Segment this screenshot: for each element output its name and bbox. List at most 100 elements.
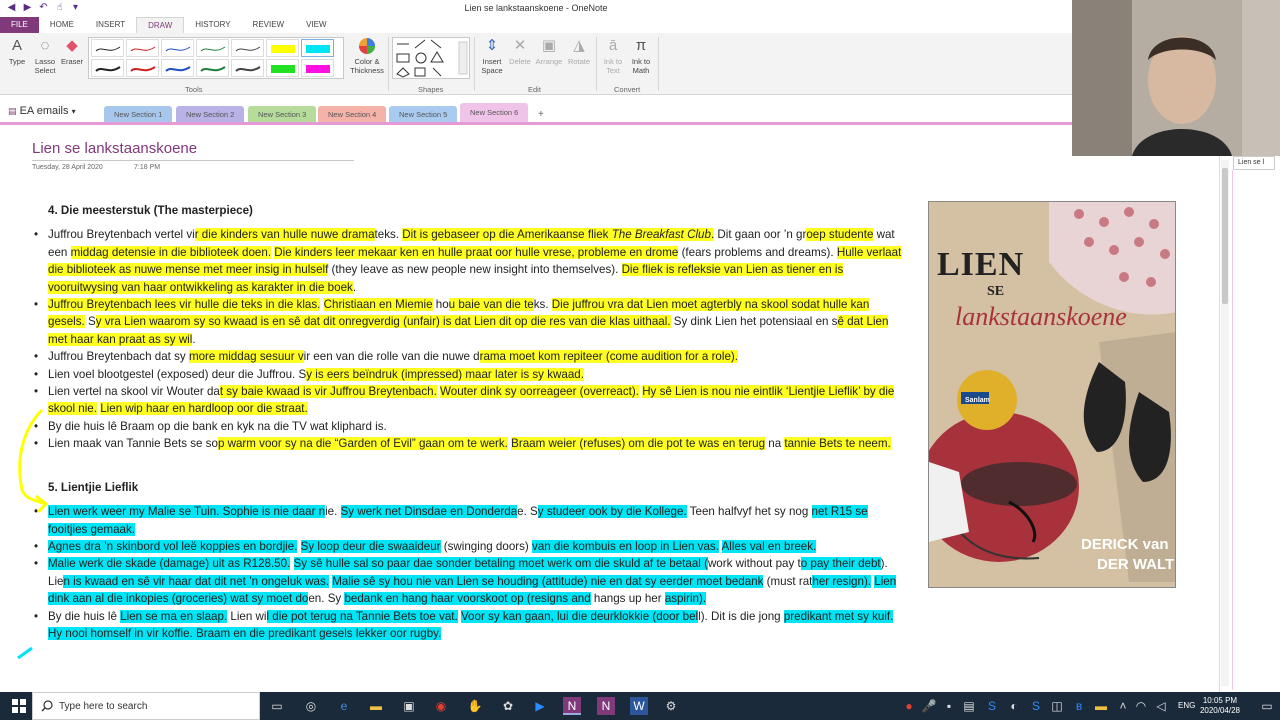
title-bar: ◀ ▶ ↶ ☝ ▾ Lien se lankstaanskoene - OneN… (0, 0, 1072, 17)
task-view-icon[interactable]: ▭ (268, 697, 286, 715)
scrollbar-thumb[interactable] (1222, 168, 1228, 304)
tab-file[interactable]: FILE (0, 17, 39, 33)
tray-headset-icon[interactable]: ◐ (1005, 697, 1023, 715)
language-indicator[interactable]: ENG (1178, 701, 1195, 710)
cover-title-line3: lankstaanskoene (955, 302, 1127, 331)
type-cursor-icon: A (11, 37, 22, 54)
onenote-2-icon[interactable]: N (597, 697, 615, 715)
webcam-overlay (1072, 0, 1280, 156)
notifications-icon[interactable]: ▭ (1258, 697, 1276, 715)
settings-icon[interactable]: ⚙ (662, 697, 680, 715)
tab-home[interactable]: HOME (39, 17, 85, 33)
tray-skype2-icon[interactable]: S (1027, 697, 1045, 715)
volume-icon[interactable]: ◁ (1152, 697, 1170, 715)
list-item: By die huis lê Lien se ma en slaap. Lien… (34, 608, 908, 643)
highlighter-yellow[interactable] (266, 39, 299, 57)
shapes-gallery[interactable] (392, 37, 470, 79)
rotate-button[interactable]: ◮ Rotate (566, 37, 592, 66)
convert-group-label: Convert (614, 85, 641, 94)
type-button[interactable]: A Type (6, 37, 28, 66)
rotate-icon: ◮ (573, 37, 585, 54)
page-time: 7:18 PM (134, 164, 161, 171)
ink-to-math-button[interactable]: π Ink to Math (628, 37, 654, 75)
pen-red-thick[interactable] (126, 59, 159, 77)
notebook-selector[interactable]: ▤ EA emails ▾ (8, 105, 76, 117)
pen-green-thin[interactable] (196, 39, 229, 57)
list-item: Juffrou Breytenbach lees vir hulle die t… (34, 296, 908, 348)
pen-blue-thin[interactable] (161, 39, 194, 57)
arrange-button[interactable]: ▣ Arrange (534, 37, 564, 66)
ribbon-tabs: FILE HOME INSERT DRAW HISTORY REVIEW VIE… (0, 17, 1072, 33)
tray-skype-icon[interactable]: S (983, 697, 1001, 715)
cover-badge: Sanlam (965, 397, 990, 404)
highlighter-green[interactable] (266, 59, 299, 77)
store-icon[interactable]: ▣ (400, 697, 418, 715)
cortana-icon[interactable]: ◎ (302, 697, 320, 715)
touch-icon[interactable]: ✋ (466, 697, 484, 715)
highlighter-cyan[interactable] (301, 39, 334, 57)
add-section-button[interactable]: + (533, 106, 549, 123)
tray-folder-icon[interactable]: ▬ (1092, 697, 1110, 715)
lasso-select-button[interactable]: ◌ Lasso Select (32, 37, 58, 75)
search-placeholder: Type here to search (59, 701, 148, 712)
taskbar-search[interactable]: Type here to search (32, 692, 260, 720)
section-tab-1[interactable]: New Section 1 (104, 106, 173, 123)
tray-record-icon[interactable]: ● (900, 697, 918, 715)
windows-start-icon[interactable] (12, 699, 26, 713)
wifi-icon[interactable]: ◠ (1132, 697, 1150, 715)
color-thickness-button[interactable]: Color & Thickness (347, 37, 387, 75)
section-tab-4[interactable]: New Section 4 (318, 106, 387, 123)
page-date: Tuesday, 28 April 2020 (32, 164, 103, 171)
pen-gray-thin[interactable] (231, 39, 264, 57)
edge-browser-icon[interactable]: e (335, 697, 353, 715)
tab-insert[interactable]: INSERT (85, 17, 136, 33)
chrome-icon[interactable]: ◉ (432, 697, 450, 715)
app-icon[interactable]: ✿ (499, 697, 517, 715)
note-content[interactable]: 4. Die meesterstuk (The masterpiece) Juf… (34, 202, 908, 643)
tray-up-icon[interactable]: ˄ (1114, 697, 1132, 715)
ribbon: A Type ◌ Lasso Select ◆ Eraser Color & T… (0, 33, 1072, 95)
file-explorer-icon[interactable]: ▬ (367, 697, 385, 715)
page-title[interactable]: Lien se lankstaanskoene (32, 140, 197, 157)
pen-blue-thick[interactable] (161, 59, 194, 77)
ink-to-text-button[interactable]: ā Ink to Text (600, 37, 626, 75)
list-item: Lien maak van Tannie Bets se sop warm vo… (34, 435, 908, 453)
list-item: Lien voel blootgestel (exposed) deur die… (34, 366, 908, 383)
page-tab[interactable]: Lien se l (1233, 156, 1275, 170)
system-clock[interactable]: 10:05 PM 2020/04/28 (1200, 696, 1240, 716)
tray-chart-icon[interactable]: ▤ (960, 697, 978, 715)
list-item: Malie werk die skade (damage) uit as R12… (34, 555, 908, 607)
edit-group-label: Edit (528, 85, 541, 94)
pen-black-thick[interactable] (91, 59, 124, 77)
taskbar: Type here to search ▭ ◎ e ▬ ▣ ◉ ✋ ✿ ▶ N … (0, 692, 1280, 720)
delete-button[interactable]: ✕ Delete (508, 37, 532, 66)
page-list-divider (1232, 170, 1233, 690)
tab-history[interactable]: HISTORY (184, 17, 241, 33)
tray-bag-icon[interactable]: ◫ (1048, 697, 1066, 715)
tab-review[interactable]: REVIEW (242, 17, 296, 33)
section-tab-6[interactable]: New Section 6 (460, 103, 529, 123)
insert-space-button[interactable]: ⇕ Insert Space (478, 37, 506, 75)
eraser-button[interactable]: ◆ Eraser (60, 37, 84, 66)
zoom-icon[interactable]: ▶ (531, 697, 549, 715)
tab-draw[interactable]: DRAW (136, 17, 185, 33)
pen-red-thin[interactable] (126, 39, 159, 57)
onenote-icon[interactable]: N (563, 697, 581, 715)
section-tab-3[interactable]: New Section 3 (248, 106, 317, 123)
book-cover-image[interactable]: LIEN SE lankstaanskoene Sanlam DERICK va… (928, 201, 1176, 588)
tray-app-icon[interactable]: ▪ (940, 697, 958, 715)
pen-gray-thick[interactable] (231, 59, 264, 77)
title-underline (32, 160, 354, 161)
pen-black-thin[interactable] (91, 39, 124, 57)
tray-mic-icon[interactable]: 🎤 (920, 697, 938, 715)
section-tab-5[interactable]: New Section 5 (389, 106, 458, 123)
tab-view[interactable]: VIEW (295, 17, 337, 33)
color-wheel-icon (358, 37, 376, 55)
pen-green-thick[interactable] (196, 59, 229, 77)
cover-title-line1: LIEN (937, 246, 1025, 283)
section-tab-2[interactable]: New Section 2 (176, 106, 245, 123)
tray-bluetooth-icon[interactable]: ʙ (1070, 697, 1088, 715)
insert-space-icon: ⇕ (485, 37, 499, 54)
highlighter-magenta[interactable] (301, 59, 334, 77)
word-icon[interactable]: W (630, 697, 648, 715)
